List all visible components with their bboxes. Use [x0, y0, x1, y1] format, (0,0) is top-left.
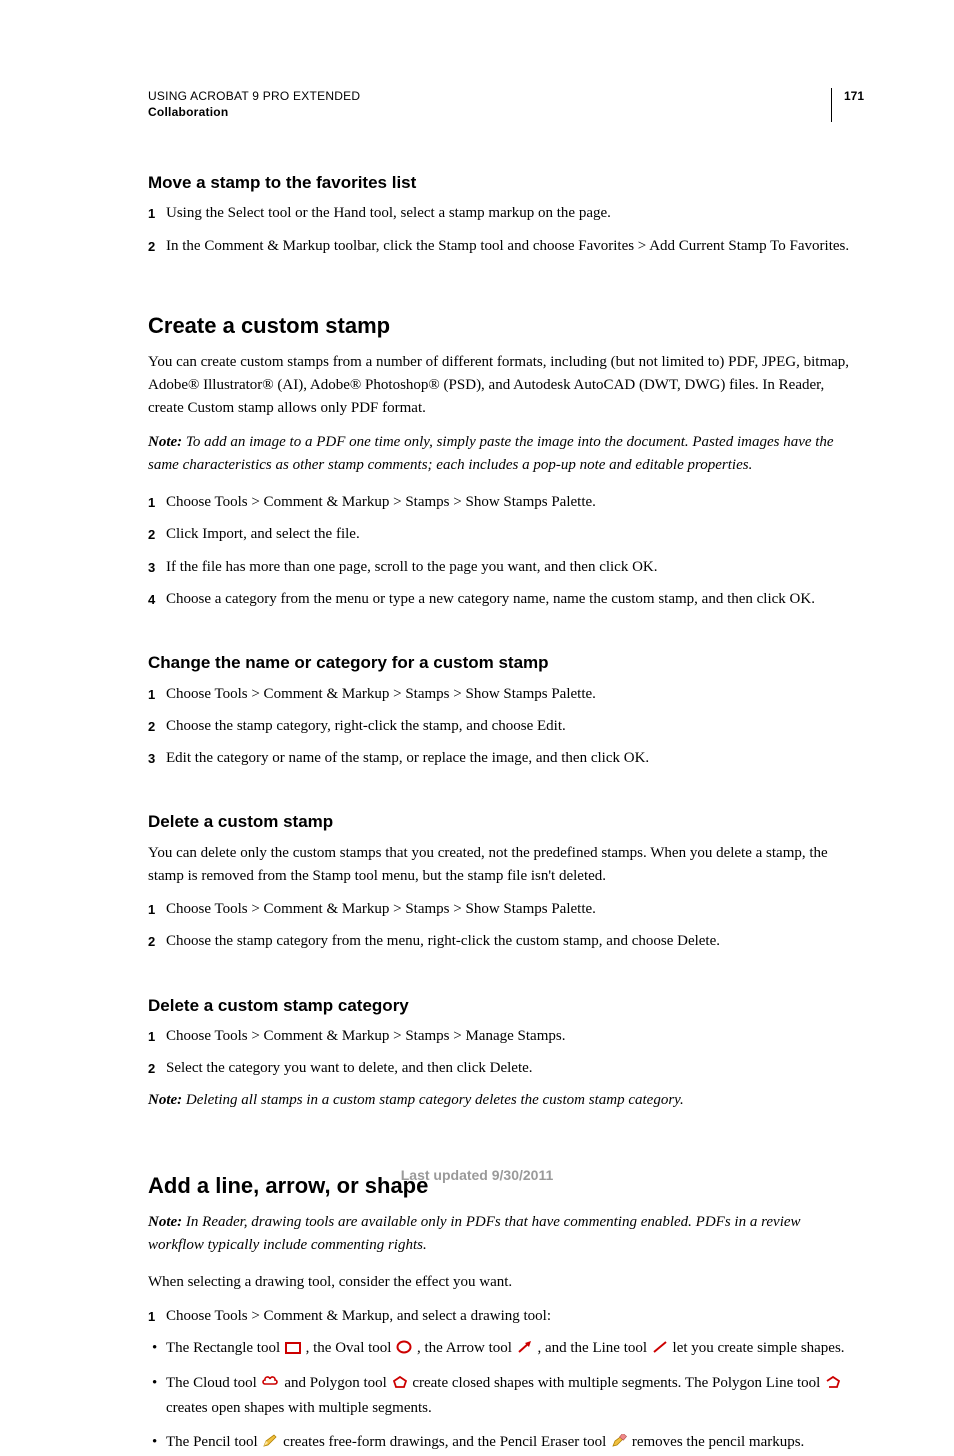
step-text: Choose the stamp category from the menu,… [166, 933, 720, 949]
step-text: Choose Tools > Comment & Markup, and sel… [166, 1308, 551, 1324]
note: Note: Deleting all stamps in a custom st… [148, 1089, 854, 1112]
list-item: 3Edit the category or name of the stamp,… [166, 747, 854, 770]
polygon-icon [392, 1374, 408, 1397]
page-header: USING ACROBAT 9 PRO EXTENDED Collaborati… [148, 88, 854, 122]
heading-delete-category: Delete a custom stamp category [148, 993, 854, 1019]
step-text: In the Comment & Markup toolbar, click t… [166, 238, 849, 254]
polygon-line-icon [825, 1374, 841, 1397]
steps-move-favorites: 1Using the Select tool or the Hand tool,… [148, 202, 854, 258]
text: , the Oval tool [306, 1340, 396, 1356]
heading-delete-stamp: Delete a custom stamp [148, 809, 854, 835]
step-text: Choose the stamp category, right-click t… [166, 718, 566, 734]
text: The Pencil tool [166, 1434, 261, 1450]
paragraph: You can delete only the custom stamps th… [148, 842, 854, 889]
note-label: Note: [148, 1214, 182, 1230]
pencil-icon [262, 1433, 278, 1456]
list-item: 2Choose the stamp category, right-click … [166, 715, 854, 738]
bullets-add-line: The Rectangle tool , the Oval tool , the… [148, 1337, 854, 1456]
heading-create-custom: Create a custom stamp [148, 309, 854, 343]
note: Note: To add an image to a PDF one time … [148, 431, 854, 478]
step-text: Using the Select tool or the Hand tool, … [166, 205, 611, 221]
line-icon [652, 1339, 668, 1362]
list-item: 1Using the Select tool or the Hand tool,… [166, 202, 854, 225]
list-item: 1Choose Tools > Comment & Markup, and se… [166, 1305, 854, 1328]
step-text: Edit the category or name of the stamp, … [166, 750, 649, 766]
steps-create-custom: 1Choose Tools > Comment & Markup > Stamp… [148, 491, 854, 611]
text: and Polygon tool [284, 1375, 390, 1391]
text: The Rectangle tool [166, 1340, 284, 1356]
note-label: Note: [148, 434, 182, 450]
text: creates open shapes with multiple segmen… [166, 1400, 432, 1416]
text: create closed shapes with multiple segme… [412, 1375, 824, 1391]
heading-change-name: Change the name or category for a custom… [148, 650, 854, 676]
page-number-block: 171 [831, 88, 864, 122]
list-item: 4Choose a category from the menu or type… [166, 588, 854, 611]
step-text: Choose Tools > Comment & Markup > Stamps… [166, 494, 596, 510]
step-text: Click Import, and select the file. [166, 526, 360, 542]
header-product: USING ACROBAT 9 PRO EXTENDED [148, 88, 360, 104]
steps-add-line: 1Choose Tools > Comment & Markup, and se… [148, 1305, 854, 1328]
text: The Cloud tool [166, 1375, 261, 1391]
step-text: Choose Tools > Comment & Markup > Stamps… [166, 901, 596, 917]
steps-delete-category: 1Choose Tools > Comment & Markup > Stamp… [148, 1025, 854, 1081]
rectangle-icon [285, 1339, 301, 1362]
document-page: USING ACROBAT 9 PRO EXTENDED Collaborati… [0, 0, 954, 1235]
step-text: Choose Tools > Comment & Markup > Stamps… [166, 1028, 565, 1044]
note-body: To add an image to a PDF one time only, … [148, 434, 834, 473]
paragraph: When selecting a drawing tool, consider … [148, 1271, 854, 1294]
step-text: If the file has more than one page, scro… [166, 559, 658, 575]
text: , the Arrow tool [417, 1340, 516, 1356]
paragraph: You can create custom stamps from a numb… [148, 351, 854, 421]
list-item: 1Choose Tools > Comment & Markup > Stamp… [166, 898, 854, 921]
header-chapter: Collaboration [148, 104, 360, 120]
page-number: 171 [844, 88, 864, 104]
list-item: The Pencil tool creates free-form drawin… [166, 1431, 854, 1456]
note: Note: In Reader, drawing tools are avail… [148, 1211, 854, 1258]
list-item: 1Choose Tools > Comment & Markup > Stamp… [166, 491, 854, 514]
heading-move-favorites: Move a stamp to the favorites list [148, 170, 854, 196]
pencil-eraser-icon [611, 1433, 627, 1456]
cloud-icon [262, 1374, 280, 1397]
list-item: 2In the Comment & Markup toolbar, click … [166, 235, 854, 258]
list-item: 2Select the category you want to delete,… [166, 1057, 854, 1080]
text: , and the Line tool [537, 1340, 650, 1356]
note-body: In Reader, drawing tools are available o… [148, 1214, 801, 1253]
oval-icon [396, 1339, 412, 1362]
list-item: 3If the file has more than one page, scr… [166, 556, 854, 579]
list-item: 2Choose the stamp category from the menu… [166, 930, 854, 953]
list-item: The Rectangle tool , the Oval tool , the… [166, 1337, 854, 1362]
arrow-icon [517, 1339, 533, 1362]
list-item: 2Click Import, and select the file. [166, 523, 854, 546]
text: removes the pencil markups. [632, 1434, 804, 1450]
steps-change-name: 1Choose Tools > Comment & Markup > Stamp… [148, 683, 854, 771]
step-text: Choose a category from the menu or type … [166, 591, 815, 607]
page-footer: Last updated 9/30/2011 [0, 1167, 954, 1183]
text: let you create simple shapes. [673, 1340, 845, 1356]
step-text: Select the category you want to delete, … [166, 1060, 533, 1076]
note-label: Note: [148, 1092, 182, 1108]
steps-delete-stamp: 1Choose Tools > Comment & Markup > Stamp… [148, 898, 854, 954]
list-item: 1Choose Tools > Comment & Markup > Stamp… [166, 1025, 854, 1048]
step-text: Choose Tools > Comment & Markup > Stamps… [166, 686, 596, 702]
page-content: Move a stamp to the favorites list 1Usin… [148, 170, 854, 1456]
note-body: Deleting all stamps in a custom stamp ca… [182, 1092, 684, 1108]
list-item: 1Choose Tools > Comment & Markup > Stamp… [166, 683, 854, 706]
list-item: The Cloud tool and Polygon tool create c… [166, 1372, 854, 1421]
text: creates free-form drawings, and the Penc… [283, 1434, 610, 1450]
